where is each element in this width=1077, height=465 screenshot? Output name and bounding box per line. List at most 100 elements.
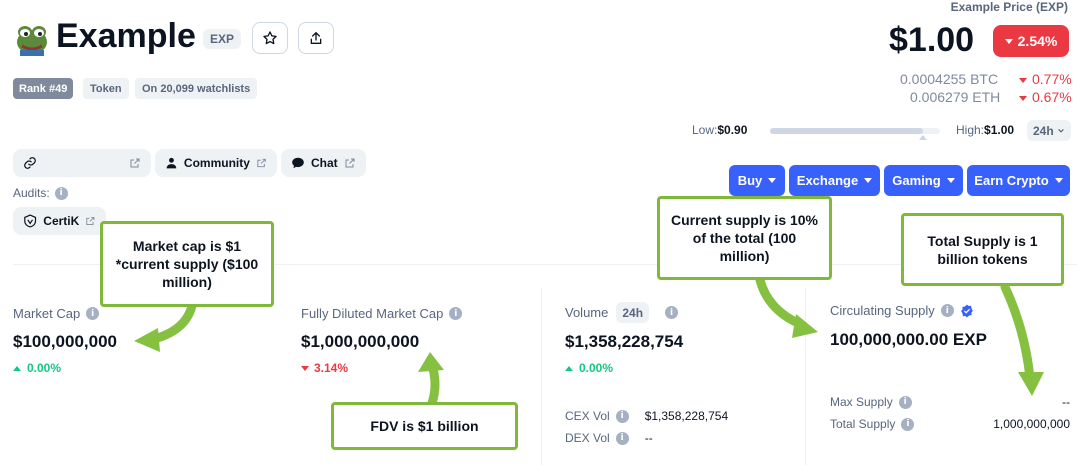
eth-price: 0.006279 ETH xyxy=(910,89,1001,105)
chat-button[interactable]: Chat xyxy=(281,149,366,177)
chat-bubble-icon xyxy=(292,157,304,169)
info-icon: i xyxy=(54,186,68,200)
price-change-badge: 2.54% xyxy=(993,25,1069,57)
eth-change-value: 0.67% xyxy=(1032,89,1072,105)
gaming-button[interactable]: Gaming xyxy=(884,165,963,196)
fdv-label-text: Fully Diluted Market Cap xyxy=(301,306,444,321)
coin-symbol-badge: EXP xyxy=(203,29,242,49)
info-icon: i xyxy=(898,395,912,409)
market-cap-annotation: Market cap is $1 *current supply ($100 m… xyxy=(100,221,274,307)
caret-up-icon xyxy=(13,366,21,372)
shield-icon xyxy=(24,214,37,228)
caret-down-icon xyxy=(1019,95,1027,101)
dex-volume-row: DEX Vol i -- xyxy=(565,431,785,445)
volume-change-value: 0.00% xyxy=(579,361,614,375)
info-icon: i xyxy=(615,409,629,423)
external-link-icon xyxy=(130,158,140,168)
coin-logo xyxy=(14,20,50,56)
cex-volume-value: $1,358,228,754 xyxy=(644,409,729,423)
current-supply-annotation: Current supply is 10% of the total (100 … xyxy=(657,196,832,280)
caret-down-icon xyxy=(1004,38,1013,44)
arrowhead-market-cap xyxy=(134,328,160,352)
range-bar-marker xyxy=(919,135,927,140)
buy-button[interactable]: Buy xyxy=(729,165,785,196)
btc-change: 0.77% xyxy=(1019,71,1072,87)
arrowhead-fdv xyxy=(418,352,444,372)
chevron-down-icon xyxy=(1057,128,1064,133)
audits-label-text: Audits: xyxy=(13,186,50,200)
link-icon xyxy=(24,157,36,169)
external-link-icon xyxy=(257,158,266,168)
caret-up-icon xyxy=(565,366,573,372)
column-divider xyxy=(805,288,806,465)
caret-down-icon xyxy=(864,178,873,183)
volume-label: Volume 24h i xyxy=(565,302,679,323)
caret-down-icon xyxy=(1054,178,1063,183)
fdv-change: 3.14% xyxy=(301,361,348,375)
price-value: $1.00 xyxy=(889,21,975,59)
total-supply-label: Total Supply xyxy=(830,417,896,431)
audits-label: Audits: i xyxy=(13,186,68,200)
arrow-to-circulating-supply xyxy=(755,275,805,329)
total-supply-value: 1,000,000,000 xyxy=(993,417,1070,431)
token-tag: Token xyxy=(83,78,129,99)
chat-label: Chat xyxy=(311,156,338,170)
certik-label: CertiK xyxy=(43,214,80,228)
caret-down-icon xyxy=(301,366,309,372)
price-label: Example Price (EXP) xyxy=(950,0,1068,14)
star-icon xyxy=(263,31,277,45)
certik-audit-button[interactable]: CertiK xyxy=(13,207,106,235)
cex-volume-label: CEX Vol xyxy=(565,409,610,423)
range-high-value: $1.00 xyxy=(984,123,1015,137)
share-icon xyxy=(310,31,322,44)
range-period-select[interactable]: 24h xyxy=(1027,120,1071,141)
max-supply-label: Max Supply xyxy=(830,395,893,409)
community-button[interactable]: Community xyxy=(155,149,277,177)
circulating-supply-label-text: Circulating Supply xyxy=(830,303,935,318)
fdv-label: Fully Diluted Market Cap i xyxy=(301,306,463,321)
rank-badge: Rank #49 xyxy=(13,78,74,99)
info-icon: i xyxy=(665,306,679,319)
range-low: Low:$0.90 xyxy=(692,123,747,137)
total-supply-annotation: Total Supply is 1 billion tokens xyxy=(901,213,1064,286)
arrow-to-total-supply xyxy=(1000,282,1035,383)
total-supply-row: Total Supply i 1,000,000,000 xyxy=(830,417,1070,431)
external-link-icon xyxy=(86,216,95,226)
range-high-label: High: xyxy=(956,123,985,137)
max-supply-value: -- xyxy=(1062,395,1070,409)
range-period-value: 24h xyxy=(1033,123,1054,138)
column-divider xyxy=(541,288,542,465)
arrow-to-fdv xyxy=(427,360,440,408)
volume-value: $1,358,228,754 xyxy=(565,332,684,351)
earn-crypto-label: Earn Crypto xyxy=(974,173,1049,188)
dex-volume-value: -- xyxy=(644,431,653,445)
earn-crypto-button[interactable]: Earn Crypto xyxy=(967,165,1070,196)
dex-volume-label: DEX Vol xyxy=(565,431,610,445)
circulating-supply-label: Circulating Supply i xyxy=(830,303,974,318)
caret-down-icon xyxy=(768,178,777,183)
caret-down-icon xyxy=(946,178,955,183)
fdv-change-value: 3.14% xyxy=(314,361,349,375)
watchlist-star-button[interactable] xyxy=(252,22,288,54)
website-link-button[interactable] xyxy=(13,149,151,177)
watchlists-tag: On 20,099 watchlists xyxy=(135,78,258,99)
verified-badge-icon xyxy=(960,304,973,317)
external-link-icon xyxy=(345,158,355,168)
market-cap-label-text: Market Cap xyxy=(13,306,81,321)
exchange-button[interactable]: Exchange xyxy=(789,165,880,196)
market-cap-value: $100,000,000 xyxy=(13,332,117,351)
eth-change: 0.67% xyxy=(1019,89,1072,105)
circulating-supply-value: 100,000,000.00 EXP xyxy=(830,330,987,349)
arrow-to-market-cap xyxy=(145,301,197,345)
info-icon: i xyxy=(86,307,100,320)
buy-label: Buy xyxy=(737,173,763,188)
fdv-annotation: FDV is $1 billion xyxy=(331,402,518,450)
range-low-value: $0.90 xyxy=(717,123,748,137)
frog-logo-icon xyxy=(17,26,47,56)
community-label: Community xyxy=(183,156,250,170)
arrowhead-total-supply xyxy=(1018,372,1044,396)
range-bar-fill xyxy=(770,128,923,134)
cex-volume-row: CEX Vol i $1,358,228,754 xyxy=(565,409,785,423)
share-button[interactable] xyxy=(298,22,334,54)
volume-period-badge[interactable]: 24h xyxy=(616,302,650,323)
